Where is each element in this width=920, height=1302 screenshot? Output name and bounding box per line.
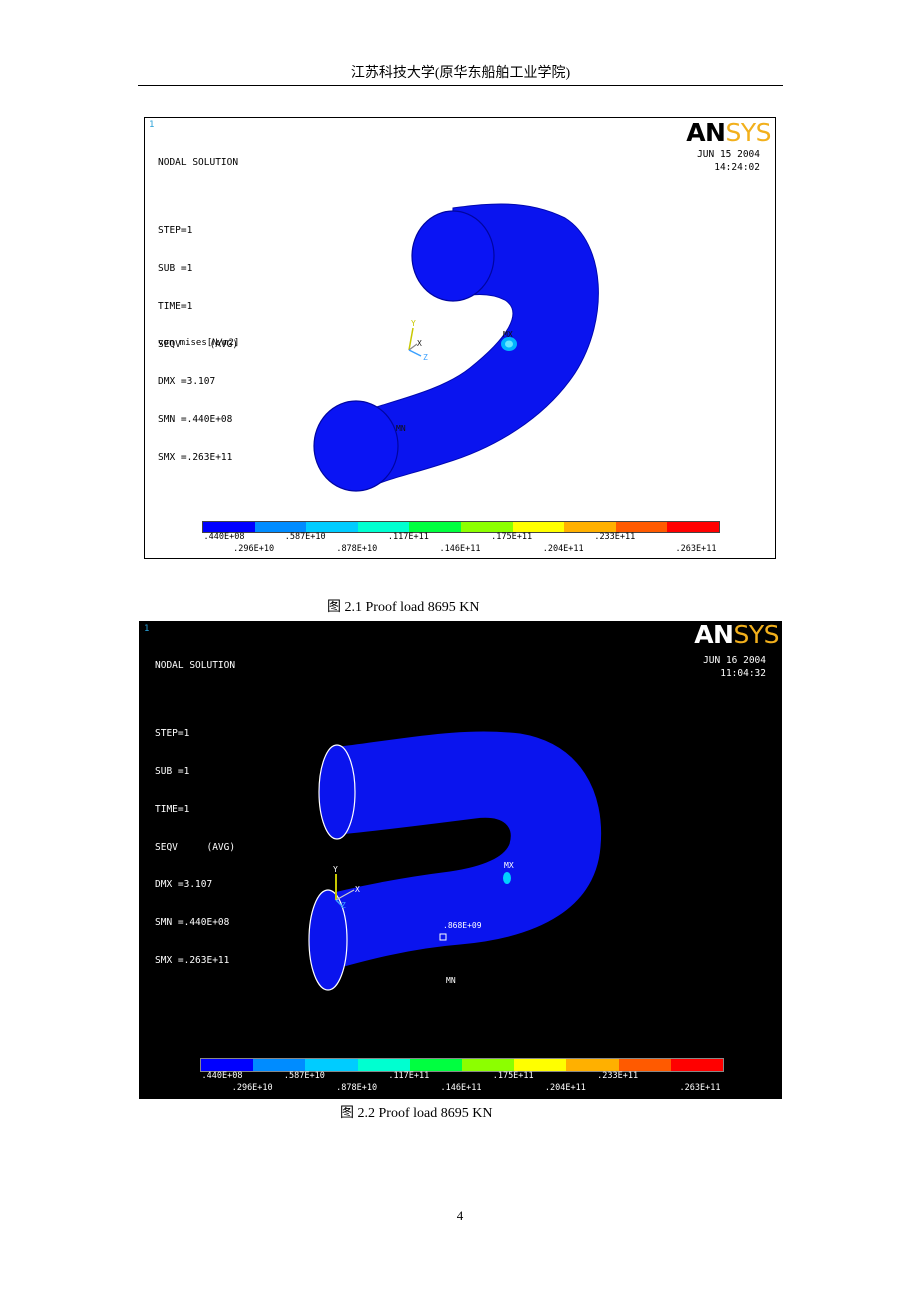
stress-hotspot	[503, 872, 511, 884]
figure-2-caption: 图 2.2 Proof load 8695 KN	[340, 1106, 493, 1121]
contour-color-bar	[200, 1058, 724, 1072]
scale-label-upper: .587E+10	[284, 532, 326, 542]
scale-label-upper: .117E+11	[387, 532, 429, 542]
min-marker: MN	[446, 976, 456, 985]
scale-label-lower: .296E+10	[233, 544, 275, 554]
color-band	[670, 1059, 724, 1071]
axis-z-label: Z	[341, 901, 346, 910]
scale-label-lower: .204E+11	[542, 544, 584, 554]
color-band	[512, 522, 565, 532]
color-band	[409, 522, 461, 532]
axis-y-label: Y	[411, 319, 416, 328]
color-band	[253, 1059, 306, 1071]
scale-label-upper: .175E+11	[491, 532, 533, 542]
scale-label-upper: .233E+11	[594, 532, 636, 542]
max-marker: MX	[504, 861, 514, 870]
color-band	[514, 1059, 567, 1071]
color-band	[566, 1059, 619, 1071]
color-band	[667, 522, 719, 532]
pipe-end-lower	[313, 400, 399, 492]
figure-1-ansys-plot: 1 NODAL SOLUTION STEP=1 SUB =1 TIME=1 SE…	[144, 117, 776, 559]
scale-label-lower: .146E+11	[439, 544, 481, 554]
color-band	[306, 522, 358, 532]
page-header: 江苏科技大学(原华东船舶工业学院)	[350, 66, 571, 81]
min-marker: MN	[396, 424, 406, 433]
color-band	[462, 1059, 515, 1071]
scale-label-upper: .440E+08	[203, 532, 245, 542]
axis-x-label: X	[355, 885, 360, 894]
color-band	[357, 522, 410, 532]
scale-label-lower: .878E+10	[336, 1083, 378, 1093]
scale-label-lower: .878E+10	[336, 544, 378, 554]
axis-y-label: Y	[333, 865, 338, 874]
scale-label-lower: .263E+11	[679, 1083, 721, 1093]
color-band	[305, 1059, 358, 1071]
contour-scale-labels: .440E+08 .587E+10 .117E+11 .175E+11 .233E+11…	[140, 1071, 781, 1095]
scale-label-lower: .204E+11	[544, 1083, 586, 1093]
axis-x-label: X	[417, 339, 422, 348]
header-rule	[138, 85, 783, 86]
color-band	[615, 522, 668, 532]
scale-label-lower: .146E+11	[440, 1083, 482, 1093]
color-band	[254, 522, 307, 532]
pipe-end-upper	[411, 210, 495, 302]
scale-label-upper: .175E+11	[492, 1071, 534, 1081]
color-band	[618, 1059, 671, 1071]
scale-label-upper: .587E+10	[283, 1071, 325, 1081]
contour-scale-labels: .440E+08 .587E+10 .117E+11 .175E+11 .233E+11…	[145, 532, 775, 556]
probe-value: .868E+09	[443, 921, 482, 930]
pipe-bend-model: MX MN .868E+09 Y X Z	[308, 731, 602, 991]
axis-z-label: Z	[423, 353, 428, 362]
color-band	[460, 522, 513, 532]
color-band	[409, 1059, 463, 1071]
color-band	[203, 522, 255, 532]
pipe-body	[329, 731, 602, 971]
scale-label-upper: .117E+11	[388, 1071, 430, 1081]
color-band	[564, 522, 616, 532]
figure-2-ansys-plot: 1 NODAL SOLUTION STEP=1 SUB =1 TIME=1 SE…	[139, 621, 782, 1099]
scale-label-upper: .440E+08	[201, 1071, 243, 1081]
color-band	[357, 1059, 410, 1071]
scale-label-lower: .296E+10	[231, 1083, 273, 1093]
color-band	[201, 1059, 254, 1071]
figure-1-caption: 图 2.1 Proof load 8695 KN	[327, 600, 480, 615]
page-number: 4	[456, 1208, 464, 1223]
max-marker: MX	[503, 330, 513, 339]
scale-label-lower: .263E+11	[675, 544, 717, 554]
pipe-bend-model: MX MN Y X Z	[313, 203, 599, 492]
scale-label-upper: .233E+11	[597, 1071, 639, 1081]
pipe-end-upper	[318, 744, 356, 840]
axis-triad: Y X Z	[408, 319, 428, 362]
